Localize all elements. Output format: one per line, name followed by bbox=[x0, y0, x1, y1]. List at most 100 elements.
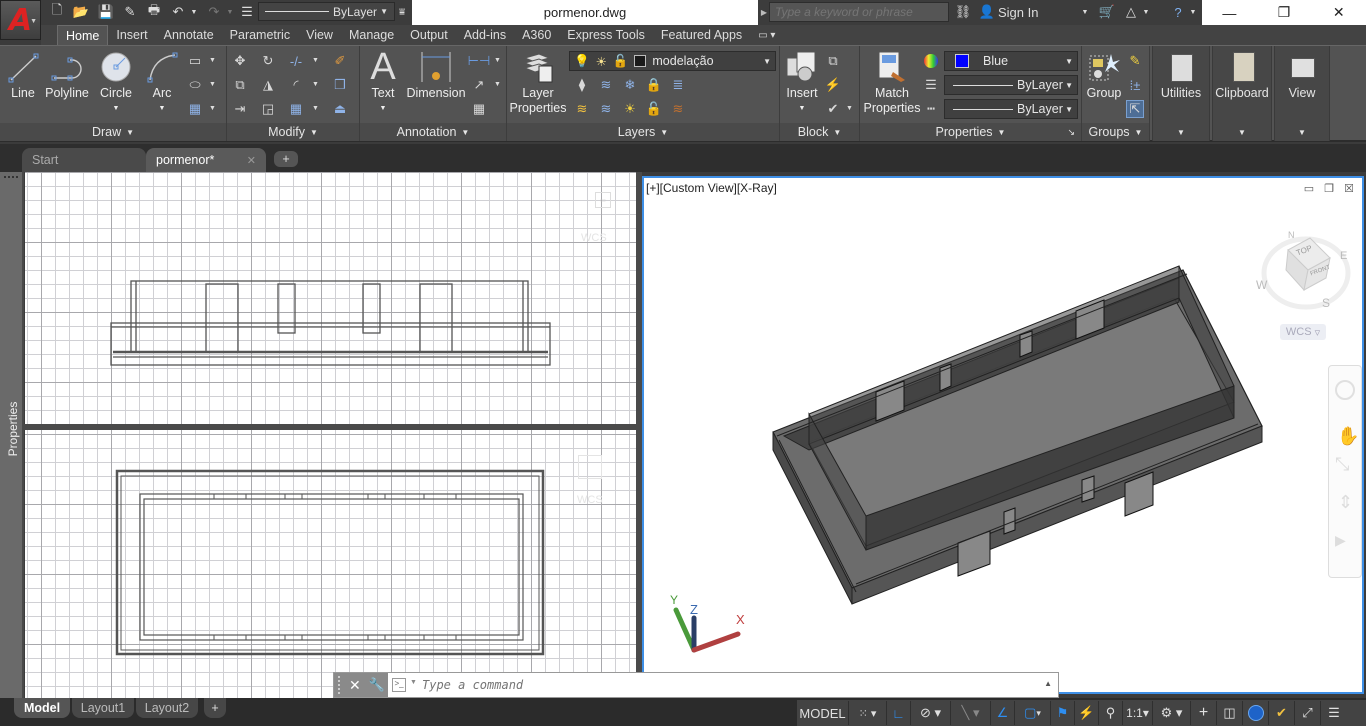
tab-annotate[interactable]: Annotate bbox=[156, 25, 222, 45]
viewcube-mini[interactable]: ▭ bbox=[595, 192, 611, 208]
layout-tab-layout2[interactable]: Layout2 bbox=[136, 698, 198, 718]
orbit-icon[interactable]: ⇕ bbox=[1338, 492, 1353, 513]
expand-search-icon[interactable]: ▶ bbox=[760, 3, 768, 21]
compass-s[interactable]: S bbox=[1322, 296, 1330, 310]
grip-icon[interactable] bbox=[338, 676, 341, 694]
layer-previous-icon[interactable]: ≋ bbox=[597, 100, 615, 118]
layer-walk-icon[interactable]: ≋ bbox=[669, 100, 687, 118]
quick-linetype-dropdown[interactable]: ByLayer ▼ bbox=[258, 2, 395, 21]
tab-insert[interactable]: Insert bbox=[108, 25, 155, 45]
new-layout-button[interactable]: + bbox=[204, 698, 226, 718]
annotation-visibility-toggle[interactable]: ⚑ bbox=[1051, 701, 1075, 725]
array-icon[interactable]: ▦ bbox=[287, 100, 305, 118]
panel-view[interactable]: View ▼ bbox=[1274, 46, 1330, 141]
edit-block-icon[interactable]: ⚡ bbox=[824, 76, 842, 94]
autodesk-exchange-icon[interactable]: △ bbox=[1122, 3, 1140, 21]
polar-tracking-toggle[interactable]: ⊘ ▾ bbox=[911, 701, 951, 725]
showmotion-icon[interactable]: ▶ bbox=[1335, 532, 1346, 549]
redo-icon[interactable]: ↷ bbox=[205, 3, 223, 21]
mirror-icon[interactable]: ◮ bbox=[259, 76, 277, 94]
tab-a360[interactable]: A360 bbox=[514, 25, 559, 45]
customize-wrench-icon[interactable]: 🔧 bbox=[369, 677, 385, 693]
compass-w[interactable]: W bbox=[1256, 278, 1267, 292]
minimize-button[interactable]: — bbox=[1202, 0, 1257, 25]
save-icon[interactable]: 💾 bbox=[97, 3, 115, 21]
table-icon[interactable]: ▦ bbox=[470, 100, 488, 118]
explode-icon[interactable]: ❒ bbox=[331, 76, 349, 94]
auto-scale-toggle[interactable]: ⚡ bbox=[1075, 701, 1099, 725]
panel-title-properties[interactable]: Properties ▼ ↘ bbox=[860, 123, 1081, 141]
cart-icon[interactable]: 🛒 bbox=[1098, 3, 1116, 21]
layer-unlock-icon[interactable]: 🔓 bbox=[645, 100, 663, 118]
text-button[interactable]: A Text ▼ bbox=[366, 48, 400, 116]
color-dropdown[interactable]: Blue ▼ bbox=[944, 51, 1078, 71]
zoom-extents-icon[interactable]: ⤡ bbox=[1335, 454, 1349, 475]
tab-home[interactable]: Home bbox=[57, 25, 109, 45]
command-line-grip[interactable]: ✕ 🔧 bbox=[334, 673, 388, 697]
close-button[interactable]: ✕ bbox=[1311, 0, 1366, 25]
tab-featured-apps[interactable]: Featured Apps bbox=[653, 25, 750, 45]
model-space-button[interactable]: MODEL bbox=[797, 701, 849, 725]
layer-thaw-icon[interactable]: ☀ bbox=[621, 100, 639, 118]
fillet-icon[interactable]: ◜ bbox=[287, 76, 305, 94]
help-icon[interactable]: ? bbox=[1168, 3, 1188, 21]
layout-tab-layout1[interactable]: Layout1 bbox=[72, 698, 134, 718]
ellipse-icon[interactable]: ⬭ bbox=[186, 76, 204, 94]
hatch-icon[interactable]: ▦ bbox=[186, 100, 204, 118]
group-edit-icon[interactable]: ✎ bbox=[1126, 52, 1144, 70]
panel-clipboard[interactable]: Clipboard ▼ bbox=[1212, 46, 1272, 141]
annotation-scale-dropdown[interactable]: 1:1 ▾ bbox=[1123, 701, 1153, 725]
quick-properties-toggle[interactable] bbox=[1243, 701, 1269, 725]
isolate-objects-icon[interactable]: ✔ bbox=[1269, 701, 1295, 725]
command-history-icon[interactable]: ▲ bbox=[1044, 679, 1052, 688]
layer-dropdown[interactable]: 💡 ☀ 🔓 modelação ▼ bbox=[569, 51, 776, 71]
match-properties-button[interactable]: Match Properties bbox=[864, 50, 921, 116]
create-block-icon[interactable]: ⧉ bbox=[824, 52, 842, 70]
tab-add-ins[interactable]: Add-ins bbox=[456, 25, 514, 45]
compass-n[interactable]: N bbox=[1288, 230, 1295, 240]
binoculars-icon[interactable]: ⛓ bbox=[953, 3, 973, 21]
compass-e[interactable]: E bbox=[1340, 250, 1347, 262]
steering-wheel-icon[interactable] bbox=[1335, 380, 1355, 400]
undo-dropdown-icon[interactable]: ▼ bbox=[189, 3, 199, 21]
viewport-3d-custom-view[interactable]: [+][Custom View][X-Ray] ▭ ❐ ☒ TOP FRONT … bbox=[642, 176, 1364, 694]
layer-freeze-icon[interactable]: ❄ bbox=[621, 76, 639, 94]
grid-toggle[interactable]: ⁙ ▾ bbox=[849, 701, 887, 725]
dialog-launcher-icon[interactable]: ↘ bbox=[1067, 127, 1075, 138]
layer-lock-icon[interactable]: 🔒 bbox=[645, 76, 663, 94]
linetype-dropdown[interactable]: ByLayer ▼ bbox=[944, 99, 1078, 119]
panel-title-modify[interactable]: Modify ▼ bbox=[227, 123, 359, 141]
wcs-label[interactable]: WCS bbox=[581, 232, 607, 244]
insert-button[interactable]: Insert ▼ bbox=[784, 50, 820, 116]
object-snap-toggle[interactable]: ▢ ▾ bbox=[1015, 701, 1051, 725]
lineweight-dropdown[interactable]: ByLayer ▼ bbox=[944, 75, 1078, 95]
scale-icon[interactable]: ◲ bbox=[259, 100, 277, 118]
ortho-toggle[interactable]: ∟ bbox=[887, 701, 911, 725]
layer-match-icon[interactable]: ≋ bbox=[597, 76, 615, 94]
polyline-button[interactable]: Polyline bbox=[44, 50, 90, 101]
group-selection-icon[interactable]: ⇱ bbox=[1126, 100, 1144, 118]
panel-title-block[interactable]: Block ▼ bbox=[780, 123, 859, 141]
viewport-front-elevation[interactable]: ▭ WCS bbox=[25, 172, 636, 424]
fullscreen-icon[interactable]: ⤢ bbox=[1295, 701, 1321, 725]
wcs-dropdown[interactable]: WCS ▿ bbox=[1280, 324, 1326, 340]
tab-manage[interactable]: Manage bbox=[341, 25, 402, 45]
color-wheel-icon[interactable] bbox=[922, 52, 940, 70]
grip-icon[interactable] bbox=[4, 176, 18, 180]
layer-isolate-icon[interactable]: ⧫ bbox=[573, 76, 591, 94]
save-as-icon[interactable]: ✎ bbox=[121, 3, 139, 21]
tab-output[interactable]: Output bbox=[402, 25, 456, 45]
exchange-dropdown-icon[interactable]: ▼ bbox=[1141, 3, 1151, 21]
minimize-ribbon-icon[interactable]: ▭ ▾ bbox=[750, 25, 783, 45]
copy-icon[interactable]: ⧉ bbox=[231, 76, 249, 94]
panel-title-annotation[interactable]: Annotation ▼ bbox=[360, 123, 506, 141]
units-icon[interactable]: ◫ bbox=[1217, 701, 1243, 725]
wcs-label[interactable]: WCS bbox=[577, 494, 603, 506]
lineweight-icon[interactable]: ☰ bbox=[238, 3, 256, 21]
rotate-icon[interactable]: ↻ bbox=[259, 52, 277, 70]
annotation-scale-icon[interactable]: ⚲ bbox=[1099, 701, 1123, 725]
redo-dropdown-icon[interactable]: ▼ bbox=[225, 3, 235, 21]
pan-icon[interactable]: ✋ bbox=[1337, 426, 1359, 447]
isodraft-toggle[interactable]: ╲ ▾ bbox=[951, 701, 991, 725]
new-tab-button[interactable]: + bbox=[274, 151, 298, 167]
